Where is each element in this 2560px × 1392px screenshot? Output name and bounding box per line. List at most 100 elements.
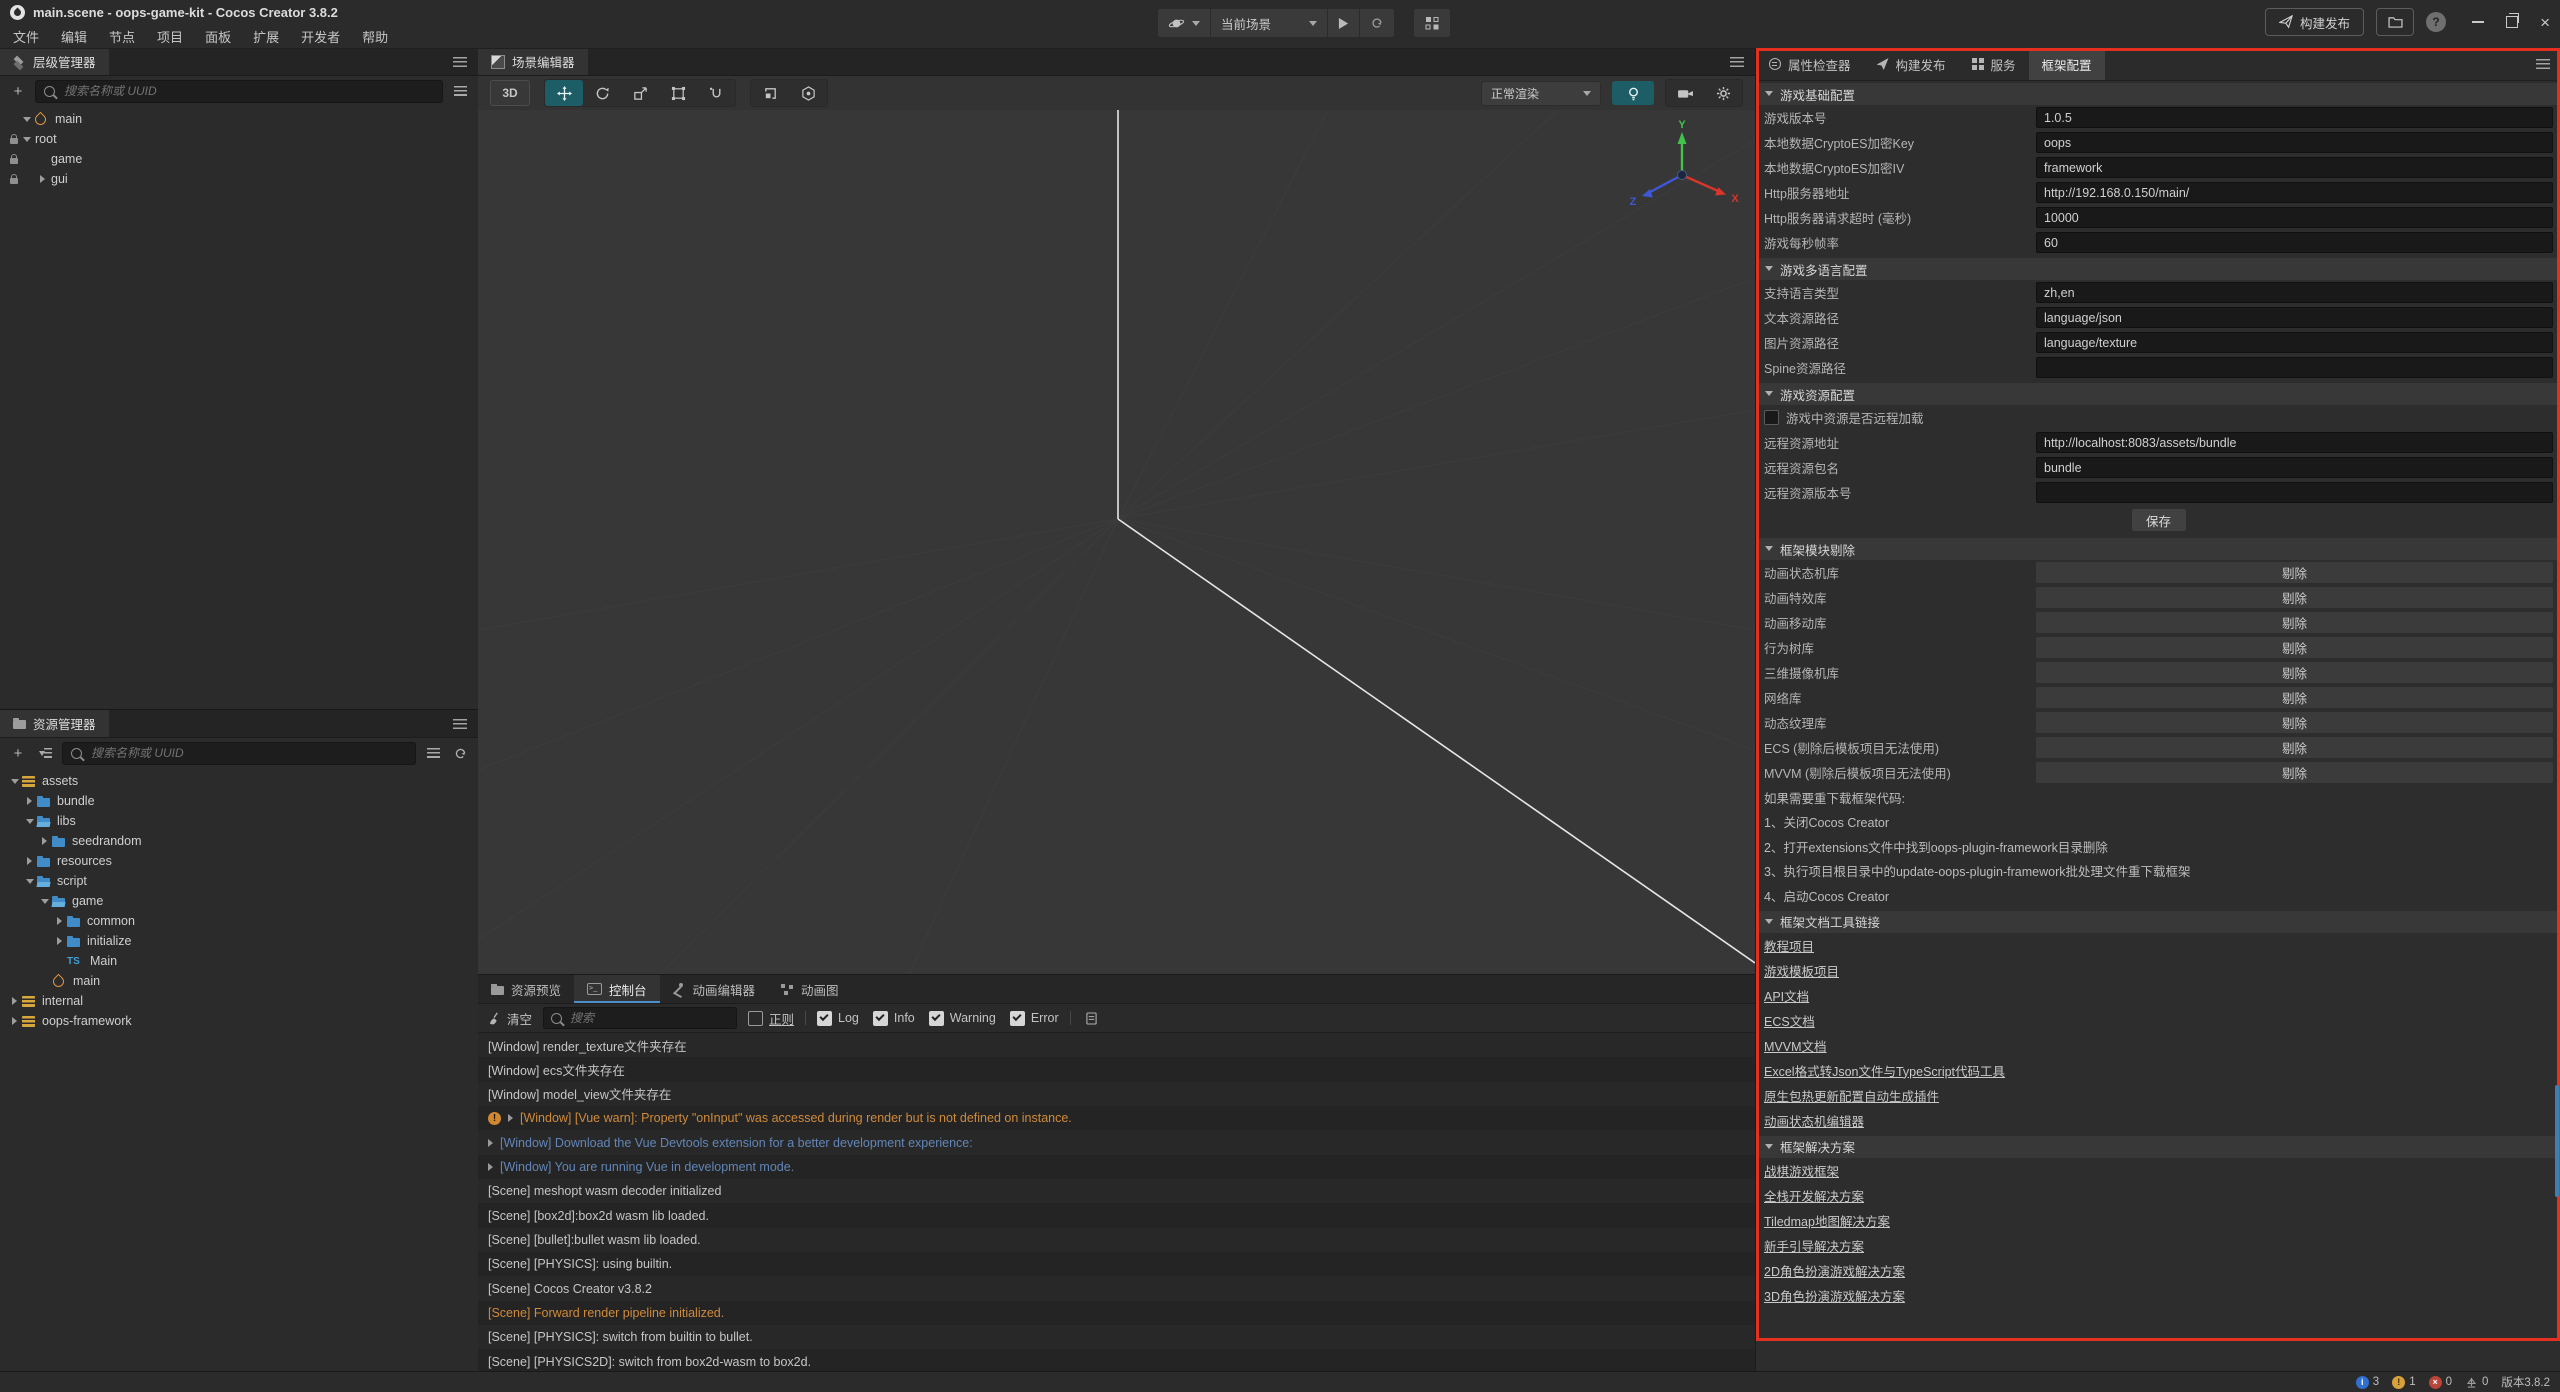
task-count[interactable]: 0: [2465, 1376, 2488, 1388]
expand-arrow-icon[interactable]: [488, 1163, 493, 1171]
remove-module-button[interactable]: 剔除: [2036, 687, 2553, 708]
log-row[interactable]: ! [Scene] [bullet]:bullet wasm lib loade…: [478, 1228, 1755, 1252]
log-row[interactable]: ! [Window] model_view文件夹存在: [478, 1082, 1755, 1106]
menu-item[interactable]: 节点: [98, 27, 146, 46]
log-filter[interactable]: Error: [1010, 1011, 1059, 1026]
hierarchy-search-input[interactable]: [62, 83, 434, 99]
config-value-input[interactable]: [2036, 207, 2553, 228]
axis-gizmo[interactable]: Y X Z: [1630, 119, 1740, 208]
log-row[interactable]: ! [Scene] [box2d]:box2d wasm lib loaded.: [478, 1203, 1755, 1227]
chevron-icon[interactable]: [20, 117, 33, 122]
menu-item[interactable]: 项目: [146, 27, 194, 46]
scene-settings-button[interactable]: [1704, 80, 1742, 106]
filter-checkbox[interactable]: [873, 1011, 888, 1026]
inspector-menu-icon[interactable]: [2536, 59, 2550, 69]
log-row[interactable]: ! [Window] Download the Vue Devtools ext…: [478, 1130, 1755, 1154]
remote-load-checkbox[interactable]: [1764, 410, 1779, 425]
inspector-tab[interactable]: 服务: [1959, 48, 2029, 80]
log-row[interactable]: ! [Scene] Cocos Creator v3.8.2: [478, 1276, 1755, 1300]
assets-search-input[interactable]: [89, 745, 407, 761]
asset-node[interactable]: libs: [0, 811, 478, 831]
asset-node[interactable]: Main: [0, 951, 478, 971]
hierarchy-tab[interactable]: 层级管理器: [0, 48, 109, 75]
solution-link[interactable]: Tiledmap地图解决方案: [1764, 1211, 1890, 1230]
menu-item[interactable]: 文件: [2, 27, 50, 46]
hierarchy-node[interactable]: gui: [0, 169, 478, 189]
asset-node[interactable]: oops-framework: [0, 1011, 478, 1031]
minimize-button[interactable]: [2472, 21, 2484, 23]
doc-link[interactable]: ECS文档: [1764, 1011, 1815, 1030]
config-value-input[interactable]: [2036, 332, 2553, 353]
solution-link[interactable]: 2D角色扮演游戏解决方案: [1764, 1261, 1905, 1280]
config-value-input[interactable]: [2036, 232, 2553, 253]
lighting-toggle-button[interactable]: [1612, 81, 1654, 105]
log-row[interactable]: ! [Scene] meshopt wasm decoder initializ…: [478, 1179, 1755, 1203]
log-row[interactable]: ! [Scene] Forward render pipeline initia…: [478, 1301, 1755, 1325]
chevron-icon[interactable]: [38, 837, 51, 845]
log-filter[interactable]: Info: [873, 1011, 915, 1026]
config-value-input[interactable]: [2036, 357, 2553, 378]
remove-module-button[interactable]: 剔除: [2036, 612, 2553, 633]
add-asset-button[interactable]: +: [8, 743, 28, 763]
config-value-input[interactable]: [2036, 182, 2553, 203]
config-value-input[interactable]: [2036, 482, 2553, 503]
solution-link[interactable]: 战棋游戏框架: [1764, 1161, 1839, 1180]
section-module-culling[interactable]: 框架模块剔除: [1756, 538, 2560, 560]
config-value-input[interactable]: [2036, 282, 2553, 303]
log-filter[interactable]: Warning: [929, 1011, 996, 1026]
config-value-input[interactable]: [2036, 307, 2553, 328]
scene-editor-tab[interactable]: 场景编辑器: [478, 48, 588, 75]
hierarchy-menu-icon[interactable]: [453, 57, 467, 67]
section-language-config[interactable]: 游戏多语言配置: [1756, 258, 2560, 280]
preview-grid-button[interactable]: [1413, 8, 1451, 38]
inspector-tab[interactable]: 框架配置: [2029, 48, 2105, 80]
asset-node[interactable]: resources: [0, 851, 478, 871]
menu-item[interactable]: 开发者: [290, 27, 351, 46]
asset-node[interactable]: assets: [0, 771, 478, 791]
doc-link[interactable]: 动画状态机编辑器: [1764, 1111, 1864, 1130]
doc-link[interactable]: MVVM文档: [1764, 1036, 1827, 1055]
toggle-3d-button[interactable]: 3D: [490, 80, 530, 106]
menu-item[interactable]: 编辑: [50, 27, 98, 46]
play-button[interactable]: [1328, 9, 1360, 37]
log-row[interactable]: ! [Window] You are running Vue in develo…: [478, 1155, 1755, 1179]
remove-module-button[interactable]: 剔除: [2036, 562, 2553, 583]
menu-item[interactable]: 面板: [194, 27, 242, 46]
sort-assets-button[interactable]: [35, 743, 55, 763]
asset-node[interactable]: internal: [0, 991, 478, 1011]
expand-arrow-icon[interactable]: [508, 1114, 513, 1122]
chevron-icon[interactable]: [8, 997, 21, 1005]
rotate-tool-button[interactable]: [583, 80, 621, 106]
chevron-icon[interactable]: [23, 819, 36, 824]
log-row[interactable]: ! [Scene] [PHYSICS]: switch from builtin…: [478, 1325, 1755, 1349]
section-basic-config[interactable]: 游戏基础配置: [1756, 83, 2560, 105]
regex-checkbox[interactable]: [748, 1011, 763, 1026]
remove-module-button[interactable]: 剔除: [2036, 662, 2553, 683]
solution-link[interactable]: 全栈开发解决方案: [1764, 1186, 1864, 1205]
chevron-icon[interactable]: [23, 857, 36, 865]
hierarchy-node[interactable]: main: [0, 109, 478, 129]
asset-node[interactable]: seedrandom: [0, 831, 478, 851]
remove-module-button[interactable]: 剔除: [2036, 637, 2553, 658]
log-row[interactable]: ! [Window] ecs文件夹存在: [478, 1057, 1755, 1081]
hierarchy-search[interactable]: [35, 80, 443, 103]
config-value-input[interactable]: [2036, 107, 2553, 128]
console-tab[interactable]: 动画图: [768, 975, 852, 1003]
scene-select-dropdown[interactable]: 当前场景: [1211, 9, 1328, 37]
asset-node[interactable]: common: [0, 911, 478, 931]
chevron-icon[interactable]: [20, 137, 33, 142]
doc-link[interactable]: Excel格式转Json文件与TypeScript代码工具: [1764, 1061, 2005, 1080]
asset-node[interactable]: bundle: [0, 791, 478, 811]
scene-menu-icon[interactable]: [1730, 57, 1744, 67]
transform-gizmo-button[interactable]: [697, 80, 735, 106]
save-button[interactable]: 保存: [2132, 509, 2186, 531]
add-node-button[interactable]: +: [8, 81, 28, 101]
asset-node[interactable]: game: [0, 891, 478, 911]
doc-link[interactable]: API文档: [1764, 986, 1809, 1005]
chevron-icon[interactable]: [23, 797, 36, 805]
hierarchy-node[interactable]: root: [0, 129, 478, 149]
inspector-tab[interactable]: 属性检查器: [1756, 48, 1864, 80]
close-button[interactable]: ×: [2540, 14, 2550, 31]
chevron-icon[interactable]: [38, 899, 51, 904]
restore-button[interactable]: [2506, 16, 2518, 28]
